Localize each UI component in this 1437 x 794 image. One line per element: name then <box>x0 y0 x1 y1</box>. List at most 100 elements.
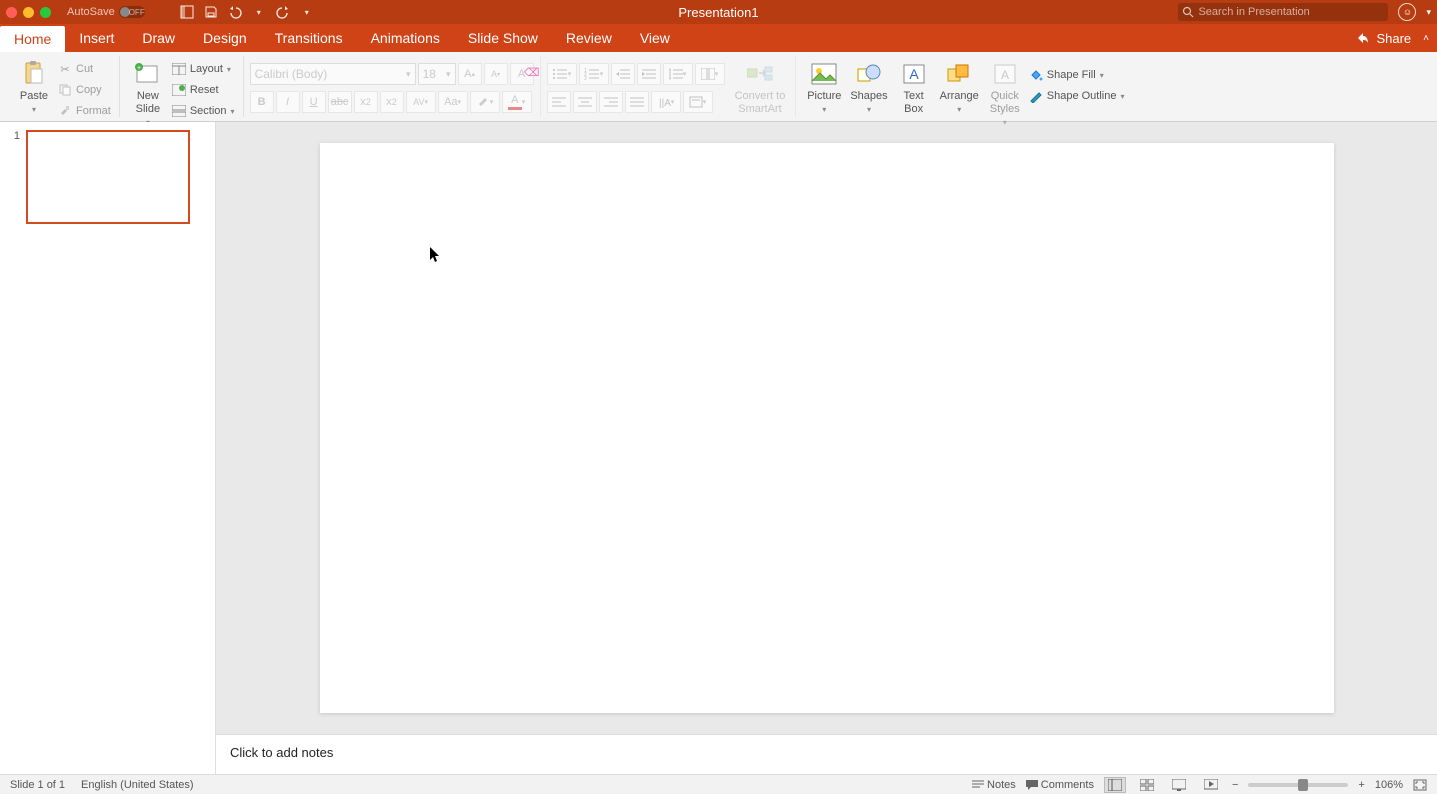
line-spacing-button[interactable]: ▾ <box>663 63 693 85</box>
slide-sorter-view-button[interactable] <box>1136 777 1158 793</box>
autosave-toggle[interactable]: AutoSave OFF <box>67 6 165 18</box>
decrease-font-size-button[interactable]: A▾ <box>484 63 508 85</box>
change-case-button[interactable]: Aa▾ <box>438 91 468 113</box>
justify-button[interactable] <box>625 91 649 113</box>
fit-to-window-button[interactable] <box>1413 779 1427 791</box>
arrange-dropdown-icon[interactable]: ▾ <box>957 105 961 115</box>
undo-dropdown-icon[interactable]: ▾ <box>251 4 267 20</box>
layout-button[interactable]: Layout ▾ <box>172 60 235 78</box>
reset-button[interactable]: Reset <box>172 81 235 99</box>
section-dropdown-icon: ▾ <box>231 107 235 116</box>
collapse-ribbon-icon[interactable]: ˄ <box>1423 33 1429 44</box>
slide-indicator[interactable]: Slide 1 of 1 <box>10 779 65 791</box>
shapes-button[interactable]: Shapes ▾ <box>846 58 891 117</box>
subscript-button[interactable]: x2 <box>380 91 404 113</box>
copy-icon <box>58 83 72 97</box>
share-button[interactable]: Share <box>1376 31 1411 46</box>
share-icon <box>1356 31 1370 45</box>
search-input[interactable] <box>1198 6 1384 18</box>
strikethrough-button[interactable]: abc <box>328 91 352 113</box>
tab-insert[interactable]: Insert <box>65 24 128 52</box>
zoom-in-button[interactable]: + <box>1358 779 1364 791</box>
italic-button[interactable]: I <box>276 91 300 113</box>
bold-button[interactable]: B <box>250 91 274 113</box>
copy-button[interactable]: Copy <box>58 81 111 99</box>
format-painter-button[interactable]: Format <box>58 102 111 120</box>
align-text-button[interactable]: ▾ <box>683 91 713 113</box>
align-left-button[interactable] <box>547 91 571 113</box>
shape-outline-button[interactable]: Shape Outline ▾ <box>1029 87 1125 105</box>
tab-transitions[interactable]: Transitions <box>261 24 357 52</box>
paste-dropdown-icon[interactable]: ▾ <box>32 105 36 115</box>
minimize-window-button[interactable] <box>23 7 34 18</box>
language-indicator[interactable]: English (United States) <box>81 779 194 791</box>
underline-button[interactable]: U <box>302 91 326 113</box>
tab-slide-show[interactable]: Slide Show <box>454 24 552 52</box>
font-color-button[interactable]: A▾ <box>502 91 532 113</box>
bullets-button[interactable]: ▾ <box>547 63 577 85</box>
shape-outline-label: Shape Outline <box>1047 90 1117 102</box>
shape-outline-dropdown-icon: ▾ <box>1120 92 1124 101</box>
home-from-template-icon[interactable] <box>179 4 195 20</box>
feedback-dropdown-icon[interactable]: ▾ <box>1426 7 1431 18</box>
close-window-button[interactable] <box>6 7 17 18</box>
zoom-slider-handle[interactable] <box>1298 779 1308 791</box>
slide-thumbnail[interactable] <box>26 130 190 224</box>
canvas-viewport[interactable] <box>216 122 1437 734</box>
font-name-select[interactable]: Calibri (Body) ▾ <box>250 63 416 85</box>
notes-toggle-button[interactable]: Notes <box>972 779 1016 791</box>
numbering-button[interactable]: 123▾ <box>579 63 609 85</box>
align-right-button[interactable] <box>599 91 623 113</box>
normal-view-button[interactable] <box>1104 777 1126 793</box>
zoom-out-button[interactable]: − <box>1232 779 1238 791</box>
character-spacing-button[interactable]: AV▾ <box>406 91 436 113</box>
qat-customize-icon[interactable]: ▾ <box>299 4 315 20</box>
slide-canvas[interactable] <box>320 143 1334 713</box>
reading-view-button[interactable] <box>1168 777 1190 793</box>
columns-button[interactable]: ▾ <box>695 63 725 85</box>
undo-icon[interactable] <box>227 4 243 20</box>
zoom-window-button[interactable] <box>40 7 51 18</box>
tab-animations[interactable]: Animations <box>357 24 454 52</box>
shape-fill-button[interactable]: Shape Fill ▾ <box>1029 66 1125 84</box>
tab-home[interactable]: Home <box>0 26 65 52</box>
zoom-slider[interactable] <box>1248 783 1348 787</box>
quick-styles-button[interactable]: A Quick Styles ▾ <box>983 58 1027 130</box>
save-icon[interactable] <box>203 4 219 20</box>
slide-thumbnail-panel[interactable]: 1 <box>0 122 216 774</box>
picture-button[interactable]: Picture ▾ <box>802 58 846 117</box>
tab-design[interactable]: Design <box>189 24 261 52</box>
redo-icon[interactable] <box>275 4 291 20</box>
comments-toggle-button[interactable]: Comments <box>1026 779 1094 791</box>
text-box-button[interactable]: A Text Box <box>892 58 936 118</box>
tab-view[interactable]: View <box>626 24 684 52</box>
paste-button[interactable]: Paste ▾ <box>12 58 56 117</box>
font-size-select[interactable]: 18 ▾ <box>418 63 456 85</box>
highlight-color-button[interactable]: ▾ <box>470 91 500 113</box>
text-direction-button[interactable]: ||A▾ <box>651 91 681 113</box>
slide-thumbnail-item[interactable]: 1 <box>10 130 205 224</box>
clear-formatting-button[interactable]: A⌫ <box>510 63 534 85</box>
zoom-percent-label[interactable]: 106% <box>1375 779 1403 791</box>
shapes-icon <box>855 60 883 88</box>
increase-font-size-button[interactable]: A▴ <box>458 63 482 85</box>
slideshow-view-button[interactable] <box>1200 777 1222 793</box>
convert-to-smartart-button[interactable]: Convert to SmartArt <box>731 58 790 118</box>
decrease-indent-button[interactable] <box>611 63 635 85</box>
cut-button[interactable]: ✂ Cut <box>58 60 111 78</box>
picture-dropdown-icon[interactable]: ▾ <box>822 105 826 115</box>
superscript-button[interactable]: x2 <box>354 91 378 113</box>
align-center-button[interactable] <box>573 91 597 113</box>
tab-draw-label: Draw <box>142 30 175 46</box>
notes-pane[interactable]: Click to add notes <box>216 734 1437 774</box>
shapes-dropdown-icon[interactable]: ▾ <box>867 105 871 115</box>
feedback-icon[interactable]: ☺ <box>1398 3 1416 21</box>
tab-review[interactable]: Review <box>552 24 626 52</box>
new-slide-label: New Slide <box>136 90 160 116</box>
tab-draw[interactable]: Draw <box>128 24 189 52</box>
new-slide-button[interactable]: + New Slide ▾ <box>126 58 170 130</box>
section-button[interactable]: Section ▾ <box>172 102 235 120</box>
arrange-button[interactable]: Arrange ▾ <box>936 58 983 117</box>
search-box[interactable] <box>1178 3 1388 21</box>
increase-indent-button[interactable] <box>637 63 661 85</box>
